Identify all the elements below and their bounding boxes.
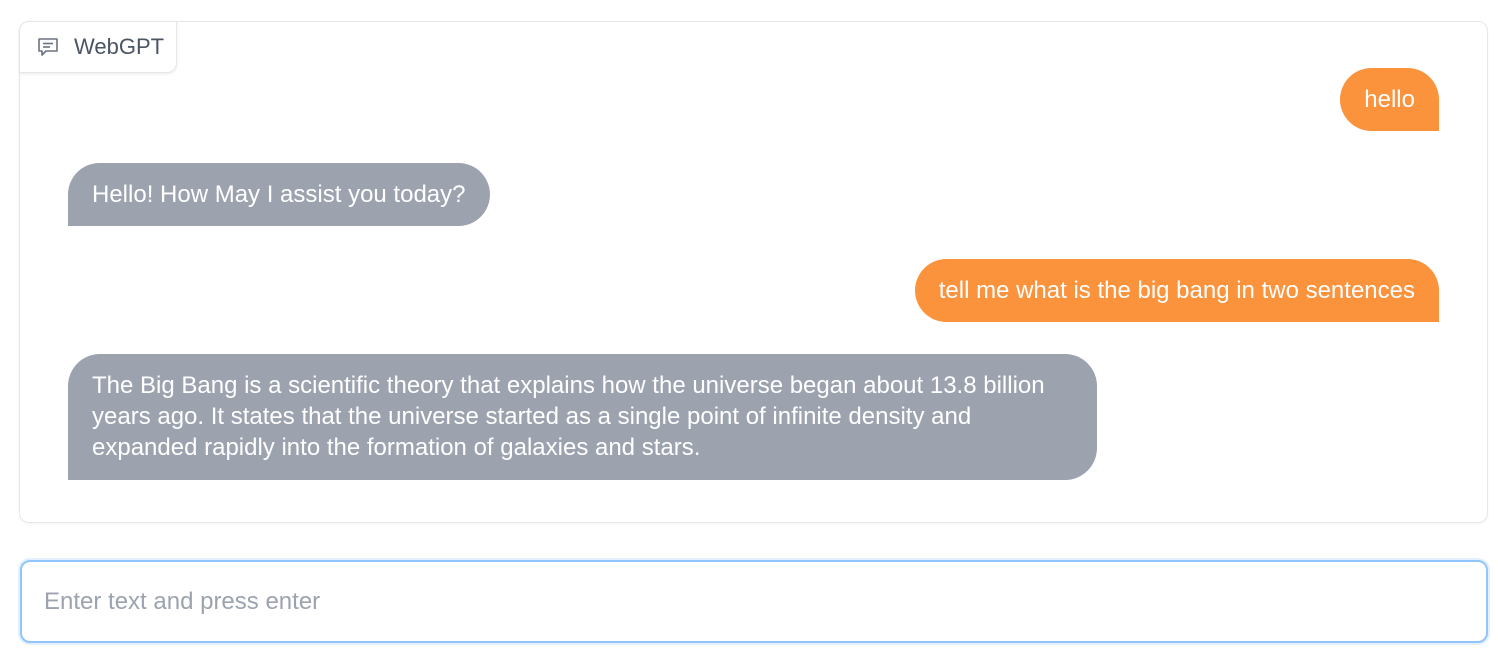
chatbot-label: WebGPT <box>19 21 177 73</box>
chatbot-panel: WebGPT hello Hello! How May I assist you… <box>19 21 1488 523</box>
user-message: tell me what is the big bang in two sent… <box>914 259 1439 322</box>
message-input-container <box>20 560 1488 643</box>
bot-message: Hello! How May I assist you today? <box>68 163 490 226</box>
chatbot-label-text: WebGPT <box>74 34 165 59</box>
user-message: hello <box>1340 68 1439 131</box>
message-input[interactable] <box>22 562 1486 641</box>
chat-bubble-icon <box>36 36 60 58</box>
bot-message: The Big Bang is a scientific theory that… <box>68 354 1097 480</box>
